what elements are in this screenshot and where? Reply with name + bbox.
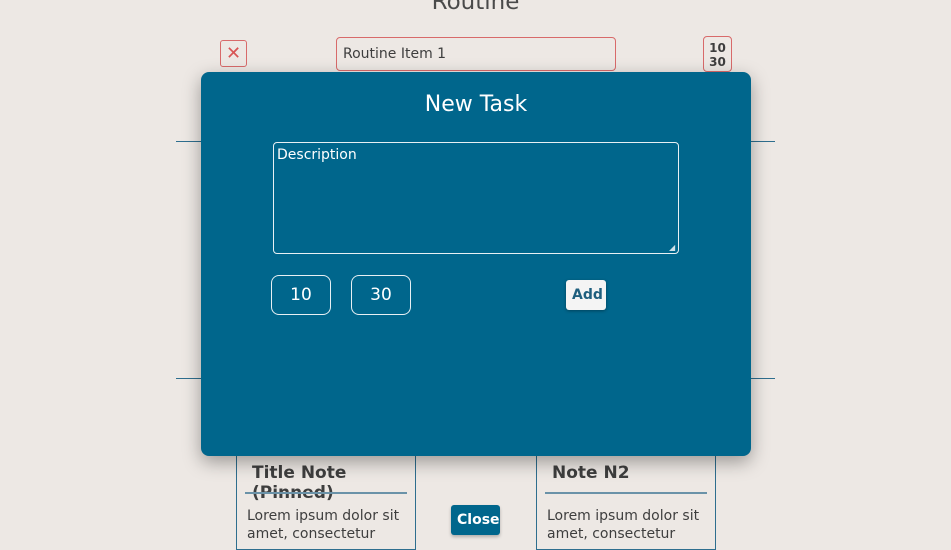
note-title: Note N2 (552, 463, 630, 483)
routine-item-input[interactable] (336, 37, 616, 71)
remove-item-button[interactable]: ✕ (220, 40, 247, 67)
add-button[interactable]: Add (566, 280, 606, 310)
page-title: Routine (431, 0, 520, 15)
note-card-pinned[interactable]: Title Note (Pinned) Lorem ipsum dolor si… (236, 450, 416, 550)
hour-field[interactable]: 10 (271, 275, 331, 315)
modal-title: New Task (424, 92, 528, 117)
close-x-icon: ✕ (225, 43, 242, 64)
note-divider (245, 492, 407, 494)
description-field[interactable] (273, 142, 679, 254)
routine-item-time[interactable]: 10 30 (703, 36, 732, 72)
note-card-n2[interactable]: Note N2 Lorem ipsum dolor sit amet, cons… (536, 450, 716, 550)
note-body: Lorem ipsum dolor sit amet, consectetur (547, 508, 700, 542)
minute-field[interactable]: 30 (351, 275, 411, 315)
routine-item-minute: 30 (709, 55, 726, 69)
note-divider (545, 492, 707, 494)
note-title: Title Note (Pinned) (252, 463, 347, 503)
new-task-modal: New Task ◢ 10 30 Add (201, 72, 751, 456)
close-button[interactable]: Close (451, 505, 500, 535)
routine-item-hour: 10 (709, 41, 726, 55)
note-body: Lorem ipsum dolor sit amet, consectetur (247, 508, 400, 542)
resize-grip-icon[interactable]: ◢ (669, 244, 677, 252)
